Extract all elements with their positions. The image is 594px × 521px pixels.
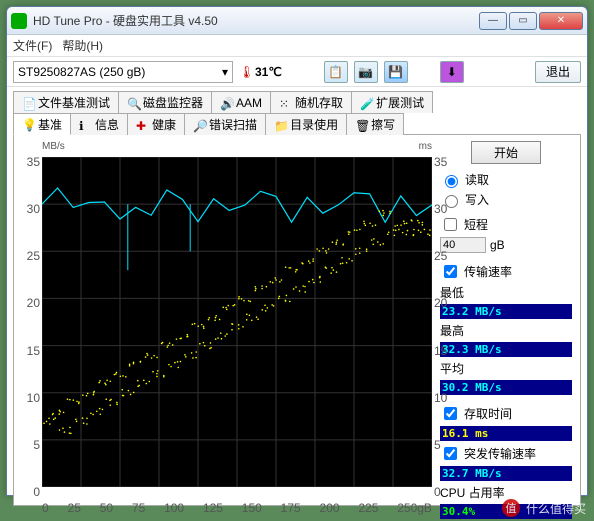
burst-value: 32.7 MB/s (440, 466, 572, 481)
minimize-button[interactable]: — (479, 12, 507, 30)
axis-x: 0255075100125150175200225250gB (42, 501, 432, 515)
close-button[interactable]: ✕ (539, 12, 583, 30)
tab-row-bottom: 💡基准 ℹ信息 ✚健康 🔎错误扫描 📁目录使用 🗑擦写 (13, 113, 581, 135)
dropdown-icon: ▾ (222, 65, 228, 79)
access-label: 存取时间 (464, 405, 512, 422)
tab-health[interactable]: ✚健康 (127, 113, 185, 135)
tab-file-benchmark[interactable]: 📄文件基准测试 (13, 91, 119, 113)
tab-row-top: 📄文件基准测试 🔍磁盘监控器 🔊AAM ⁙随机存取 🧪扩展测试 (13, 91, 581, 113)
read-label: 读取 (465, 171, 489, 188)
start-button[interactable]: 开始 (471, 141, 541, 164)
bulb-icon: 💡 (22, 118, 34, 130)
avg-value: 30.2 MB/s (440, 380, 572, 395)
menu-help[interactable]: 帮助(H) (62, 37, 103, 54)
min-value: 23.2 MB/s (440, 304, 572, 319)
folder-icon: 📁 (274, 119, 286, 131)
short-unit: gB (490, 238, 505, 252)
rate-label: 传输速率 (464, 263, 512, 280)
copy-button[interactable]: 📋 (324, 61, 348, 83)
erase-icon: 🗑 (355, 119, 367, 131)
tab-disk-monitor[interactable]: 🔍磁盘监控器 (118, 91, 212, 113)
y-left-unit: MB/s (42, 141, 65, 152)
file-icon: 📄 (22, 97, 34, 109)
screenshot-button[interactable]: 📷 (354, 61, 378, 83)
write-label: 写入 (465, 191, 489, 208)
scan-icon: 🔎 (193, 119, 205, 131)
watermark-text: 什么值得买 (526, 500, 586, 517)
test-icon: 🧪 (360, 97, 372, 109)
exit-button[interactable]: 退出 (535, 61, 581, 83)
thermometer-icon: 🌡 (239, 65, 249, 79)
tab-info[interactable]: ℹ信息 (70, 113, 128, 135)
chart-wrap: MB/s ms 35302520151050 35302520151050 02… (42, 155, 432, 499)
min-label: 最低 (440, 284, 572, 301)
titlebar[interactable]: HD Tune Pro - 硬盘实用工具 v4.50 — ▭ ✕ (7, 7, 587, 35)
tab-erase[interactable]: 🗑擦写 (346, 113, 404, 135)
app-window: HD Tune Pro - 硬盘实用工具 v4.50 — ▭ ✕ 文件(F) 帮… (6, 6, 588, 496)
avg-label: 平均 (440, 360, 572, 377)
random-icon: ⁙ (279, 97, 291, 109)
tab-folder-usage[interactable]: 📁目录使用 (265, 113, 347, 135)
tab-benchmark[interactable]: 💡基准 (13, 113, 71, 135)
save-button[interactable]: 💾 (384, 61, 408, 83)
drive-label: ST9250827AS (250 gB) (18, 65, 145, 79)
tab-random-access[interactable]: ⁙随机存取 (270, 91, 352, 113)
tab-error-scan[interactable]: 🔎错误扫描 (184, 113, 266, 135)
side-panel: 开始 读取 写入 短程 gB 传输速率 最低 23.2 MB/s 最高 32.3… (440, 141, 572, 499)
app-icon (11, 13, 27, 29)
axis-y-right: 35302520151050 (434, 155, 452, 499)
temp-label: 31℃ (255, 65, 282, 79)
axis-y-left: 35302520151050 (22, 155, 40, 499)
down-button[interactable]: ⬇ (440, 61, 464, 83)
menubar: 文件(F) 帮助(H) (7, 35, 587, 57)
info-icon: ℹ (79, 119, 91, 131)
chart-svg (42, 157, 432, 487)
chart-canvas (42, 157, 432, 487)
tab-extra-tests[interactable]: 🧪扩展测试 (351, 91, 433, 113)
window-title: HD Tune Pro - 硬盘实用工具 v4.50 (33, 12, 477, 29)
menu-file[interactable]: 文件(F) (13, 37, 52, 54)
health-icon: ✚ (136, 119, 148, 131)
maximize-button[interactable]: ▭ (509, 12, 537, 30)
access-value: 16.1 ms (440, 426, 572, 441)
speaker-icon: 🔊 (220, 97, 232, 109)
y-right-unit: ms (419, 141, 432, 152)
max-value: 32.3 MB/s (440, 342, 572, 357)
tab-container: 📄文件基准测试 🔍磁盘监控器 🔊AAM ⁙随机存取 🧪扩展测试 💡基准 ℹ信息 … (7, 87, 587, 506)
watermark-icon: 值 (502, 499, 520, 517)
toolbar: ST9250827AS (250 gB) ▾ 🌡 31℃ 📋 📷 💾 ⬇ 退出 (7, 57, 587, 87)
watermark: 值 什么值得买 (502, 499, 586, 517)
short-label: 短程 (464, 216, 488, 233)
tab-aam[interactable]: 🔊AAM (211, 91, 271, 113)
burst-label: 突发传输速率 (464, 445, 536, 462)
monitor-icon: 🔍 (127, 97, 139, 109)
max-label: 最高 (440, 322, 572, 339)
tab-body: MB/s ms 35302520151050 35302520151050 02… (13, 134, 581, 506)
drive-select[interactable]: ST9250827AS (250 gB) ▾ (13, 61, 233, 83)
